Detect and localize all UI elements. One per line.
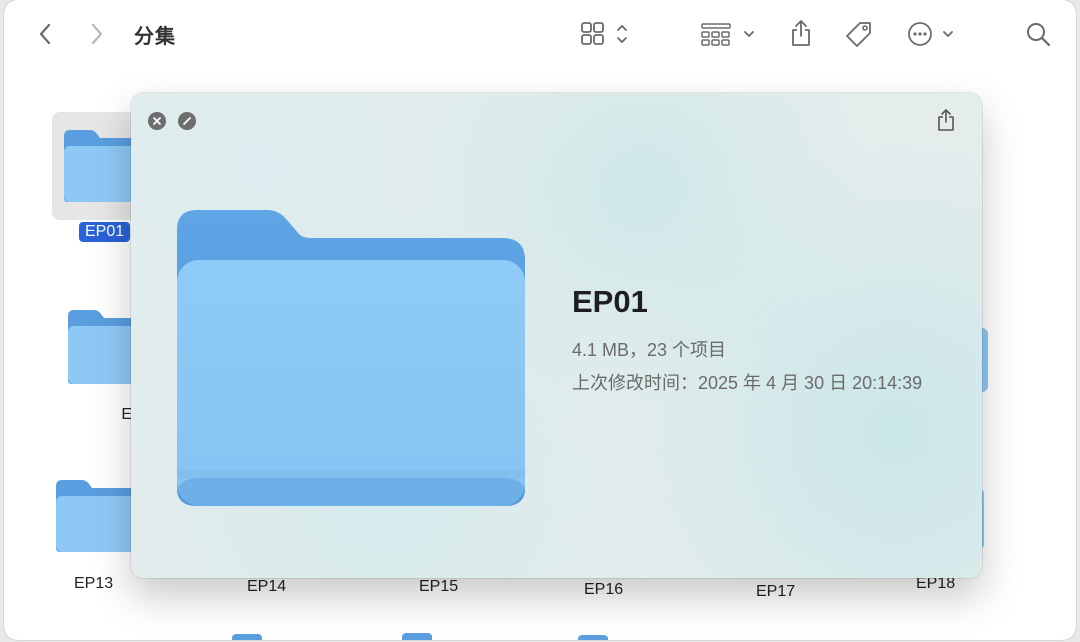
close-icon <box>153 117 161 125</box>
search-icon <box>1027 23 1051 47</box>
fullscreen-icon <box>183 117 191 125</box>
quicklook-share-button[interactable] <box>935 107 959 135</box>
chevron-left-icon <box>39 23 51 45</box>
folder-tab <box>402 633 432 640</box>
group-icon <box>701 23 754 46</box>
more-actions-button[interactable] <box>904 18 962 50</box>
folder-tab <box>578 635 608 640</box>
tag-icon <box>846 22 871 47</box>
folder-label: EP13 <box>74 575 114 592</box>
window-title: 分集 <box>134 26 176 48</box>
folder-item-ep16-label[interactable]: EP16 <box>584 581 623 599</box>
share-icon <box>938 109 954 131</box>
finder-window: 分集 EP01 EP13 EP14 EP15 EP16 EP17 EP18 EP… <box>4 0 1076 640</box>
quicklook-file-name: EP01 <box>572 284 648 319</box>
folder-item-ep14-label[interactable]: EP14 <box>247 578 286 596</box>
toolbar: 分集 <box>4 0 1076 68</box>
tag-button[interactable] <box>842 18 876 50</box>
folder-label: EP01 <box>79 222 131 242</box>
share-button[interactable] <box>786 16 816 50</box>
search-button[interactable] <box>1022 18 1054 50</box>
grid-view-icon <box>581 22 627 45</box>
quicklook-modified-date: 上次修改时间：2025 年 4 月 30 日 20:14:39 <box>572 373 923 393</box>
share-icon <box>792 20 810 46</box>
quicklook-size-info: 4.1 MB，23 个项目 <box>572 340 727 360</box>
folder-item-ep17-label[interactable]: EP17 <box>756 583 795 601</box>
chevron-right-icon <box>91 23 103 45</box>
view-mode-button[interactable] <box>578 20 634 48</box>
quicklook-panel: EP01 4.1 MB，23 个项目 上次修改时间：2025 年 4 月 30 … <box>131 93 982 578</box>
folder-icon <box>56 480 140 552</box>
fullscreen-button[interactable] <box>178 112 196 130</box>
close-button[interactable] <box>148 112 166 130</box>
folder-item-ep15-label[interactable]: EP15 <box>419 578 458 596</box>
folder-preview-icon <box>177 210 525 506</box>
more-icon <box>908 22 953 46</box>
back-button[interactable] <box>32 20 58 48</box>
folder-tab <box>232 634 262 640</box>
forward-button[interactable] <box>84 20 110 48</box>
group-button[interactable] <box>698 20 760 48</box>
